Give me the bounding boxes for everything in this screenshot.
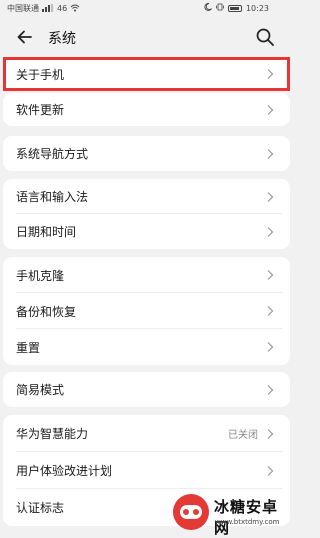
chevron-right-icon: [267, 342, 274, 352]
chevron-right-icon: [267, 191, 274, 202]
menu-item-label: 软件更新: [16, 103, 65, 117]
settings-group-simple-mode: 简易模式: [3, 372, 290, 407]
chevron-right-icon: [267, 428, 274, 439]
menu-item-label: 备份和恢复: [16, 304, 77, 319]
menu-item-label: 华为智慧能力: [16, 427, 89, 441]
vibrate-icon: [216, 3, 224, 13]
chevron-right-icon: [267, 384, 274, 395]
status-value: 已关闭: [228, 430, 258, 441]
menu-item-system-navigation[interactable]: 系统导航方式: [3, 136, 290, 171]
search-icon[interactable]: [254, 26, 276, 48]
menu-item-label: 日期和时间: [16, 225, 77, 239]
battery-icon: [227, 4, 242, 12]
settings-group-navigation: 系统导航方式: [3, 136, 290, 171]
chevron-right-icon: [267, 69, 274, 79]
chevron-right-icon: [267, 306, 274, 316]
menu-item-label: 重置: [16, 340, 41, 355]
carrier-label: 中国联通: [7, 4, 39, 13]
settings-group-language-date: 语言和输入法 日期和时间: [3, 179, 290, 249]
moon-icon: [204, 3, 212, 13]
wifi-icon: [70, 4, 80, 14]
menu-item-huawei-intelligence[interactable]: 华为智慧能力 已关闭: [3, 415, 290, 452]
watermark: 冰糖安卓网 www.btxtdmy.com: [173, 492, 291, 537]
settings-group-backup: 手机克隆 备份和恢复 重置: [3, 257, 290, 365]
menu-item-phone-clone[interactable]: 手机克隆: [3, 257, 290, 293]
settings-group-update: 软件更新: [3, 93, 290, 126]
chevron-right-icon: [267, 148, 274, 159]
settings-group-about: 关于手机: [3, 57, 290, 91]
signal-icon: [42, 3, 54, 14]
menu-item-language-input[interactable]: 语言和输入法: [3, 179, 290, 214]
menu-item-software-update[interactable]: 软件更新: [3, 93, 290, 126]
chevron-right-icon: [267, 226, 274, 237]
chevron-right-icon: [267, 104, 274, 115]
menu-item-user-experience[interactable]: 用户体验改进计划: [3, 452, 290, 489]
menu-item-label: 用户体验改进计划: [16, 464, 113, 478]
menu-item-date-time[interactable]: 日期和时间: [3, 214, 290, 249]
menu-item-label: 语言和输入法: [16, 190, 89, 204]
menu-item-label: 手机克隆: [16, 268, 65, 283]
watermark-url: www.btxtdmy.com: [215, 518, 280, 526]
network-label: 46: [57, 4, 68, 13]
chevron-right-icon: [267, 270, 274, 280]
status-bar: 中国联通 46 10:23: [0, 0, 294, 16]
menu-item-label: 认证标志: [16, 501, 65, 515]
chevron-right-icon: [267, 465, 274, 476]
menu-item-label: 系统导航方式: [16, 147, 89, 161]
app-header: 系统: [0, 17, 294, 57]
back-arrow-icon[interactable]: [14, 26, 36, 48]
menu-item-backup-restore[interactable]: 备份和恢复: [3, 293, 290, 329]
menu-item-label: 简易模式: [16, 383, 65, 397]
page-title: 系统: [48, 31, 76, 47]
menu-item-simple-mode[interactable]: 简易模式: [3, 372, 290, 407]
watermark-title: 冰糖安卓网: [214, 498, 279, 537]
menu-item-about-phone[interactable]: 关于手机: [3, 57, 290, 91]
watermark-logo-icon: [173, 494, 209, 530]
clock-label: 10:23: [245, 3, 269, 13]
menu-item-label: 关于手机: [16, 67, 65, 82]
menu-item-reset[interactable]: 重置: [3, 329, 290, 365]
